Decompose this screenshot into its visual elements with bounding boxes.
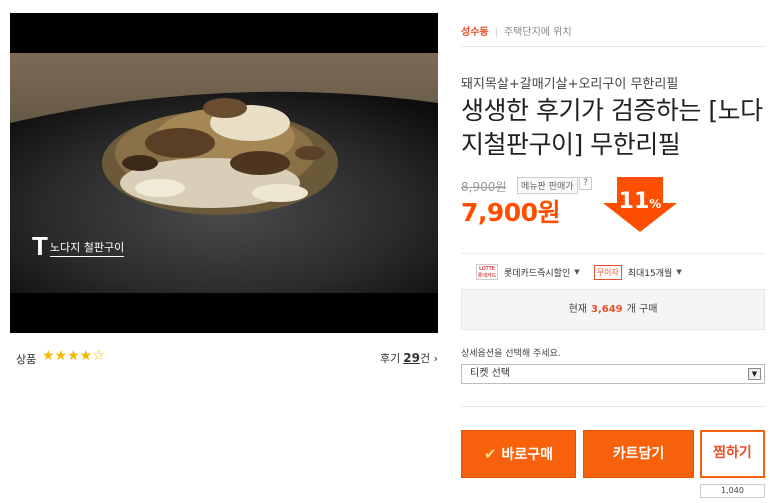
buy-now-button[interactable]: ✔ 바로구매 — [461, 430, 576, 478]
installment-benefit[interactable]: 무이자 최대15개월 ▼ — [593, 264, 682, 280]
wishlist-button[interactable]: 찜하기 — [700, 430, 765, 478]
divider — [461, 46, 765, 47]
ticket-select[interactable]: 티켓 선택 ▼ — [461, 364, 765, 384]
divider — [461, 253, 765, 254]
rating-label: 상품 — [16, 353, 37, 366]
reviews-unit: 건 — [419, 352, 431, 365]
reviews-label: 후기 — [380, 352, 401, 365]
discount-unit: % — [649, 197, 662, 211]
product-subtitle: 돼지목살+갈매기살+오리구이 무한리필 — [461, 77, 679, 92]
wishlist-label: 찜하기 — [713, 445, 752, 461]
purchase-prefix: 현재 — [568, 304, 587, 315]
reviews-count[interactable]: 29 — [403, 351, 420, 365]
breadcrumb-location[interactable]: 성수동 — [461, 27, 489, 38]
purchase-count: 3,649 — [590, 304, 623, 315]
purchase-count-box: 현재 3,649 개 구매 — [461, 289, 765, 330]
breadcrumb: 성수동 | 주택단지에 위치 — [461, 23, 572, 38]
sale-price: 7,900원 — [461, 198, 561, 227]
lotte-card-logo: LOTTE 롯데카드 — [476, 264, 498, 280]
discount-badge: 11% — [603, 177, 677, 232]
lotte-card-label: 롯데카드즉시할인 — [504, 268, 571, 279]
rating-row: 상품 ★★★★☆ 후기 29건 › — [16, 348, 438, 367]
discount-number: 11 — [618, 189, 650, 214]
price-area: 8,900원 메뉴판 판매가 ? 7,900원 11% — [461, 175, 766, 240]
watermark-caption: 노다지 철판구이 — [49, 239, 125, 257]
discount-percent: 11% — [603, 189, 677, 214]
card-benefits: LOTTE 롯데카드 롯데카드즉시할인 ▼ 무이자 최대15개월 ▼ — [476, 264, 696, 280]
star-rating: ★★★★☆ — [42, 348, 105, 364]
video-watermark: T 노다지 철판구이 — [32, 231, 125, 261]
product-title: 생생한 후기가 검증하는 [노다지철판구이] 무한리필 — [461, 96, 763, 159]
dropdown-arrow-icon[interactable]: ▼ — [748, 368, 761, 380]
divider — [461, 406, 765, 407]
star-empty-icon: ☆ — [92, 348, 105, 364]
help-icon[interactable]: ? — [579, 177, 592, 190]
installment-label: 최대15개월 — [627, 268, 673, 279]
ticket-select-value: 티켓 선택 — [470, 368, 510, 379]
option-label: 상세옵션을 선택해 주세요. — [461, 349, 561, 359]
caret-down-icon: ▼ — [574, 268, 580, 276]
product-video[interactable]: T 노다지 철판구이 — [10, 13, 438, 333]
watermark-letter: T — [32, 231, 48, 261]
star-filled-icons: ★★★★ — [42, 348, 93, 364]
check-icon: ✔ — [483, 445, 497, 463]
installment-badge: 무이자 — [593, 264, 622, 280]
breadcrumb-divider: | — [494, 27, 498, 38]
wishlist-count: 1,040 — [700, 484, 765, 498]
buy-now-label: 바로구매 — [501, 447, 554, 463]
purchase-suffix: 개 구매 — [626, 304, 658, 315]
chevron-right-icon: › — [433, 352, 438, 365]
add-to-cart-button[interactable]: 카트담기 — [583, 430, 694, 478]
food-image — [10, 13, 438, 333]
lotte-card-benefit[interactable]: LOTTE 롯데카드 롯데카드즉시할인 ▼ — [476, 264, 580, 280]
caret-down-icon: ▼ — [676, 268, 682, 276]
breadcrumb-category: 주택단지에 위치 — [503, 27, 572, 38]
reviews-link[interactable]: 후기 29건 › — [380, 350, 438, 366]
add-to-cart-label: 카트담기 — [612, 446, 665, 462]
price-tag-badge: 메뉴판 판매가 — [517, 177, 578, 194]
